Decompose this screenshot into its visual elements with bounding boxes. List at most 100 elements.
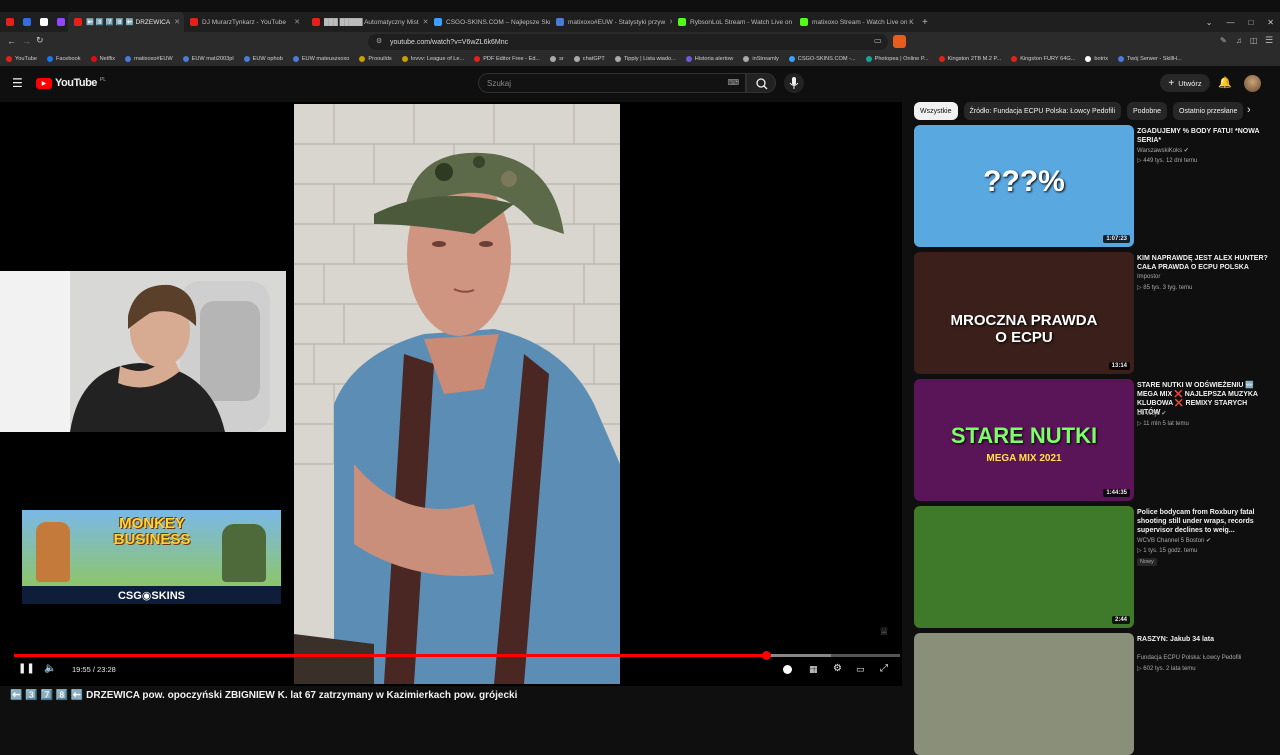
new-tab-button[interactable]: + [916, 12, 934, 32]
browser-tab[interactable] [34, 12, 51, 32]
bookmark-favicon-icon [243, 56, 250, 62]
browser-tab[interactable] [0, 12, 17, 32]
close-tab-icon[interactable]: ✕ [170, 18, 180, 26]
bookmark-item[interactable]: inStreamly [743, 56, 779, 62]
bookmark-item[interactable]: Photopea | Online P... [865, 56, 929, 62]
filter-chip[interactable]: Podobne [1127, 102, 1168, 120]
menu-icon[interactable]: ☰ [1265, 35, 1273, 46]
recommendation-channel[interactable]: DJ Wójo ✔ [1137, 410, 1166, 417]
close-window-icon[interactable]: ✕ [1267, 18, 1274, 27]
recommendation-item[interactable]: STARE NUTKI MEGA MIX 2021 1:44:35 STARE NUT… [914, 379, 1274, 501]
tab-search-icon[interactable]: ⌄ [1206, 18, 1213, 27]
pause-icon[interactable]: ❚❚ [18, 663, 35, 674]
settings-gear-icon[interactable]: ⚙ [833, 663, 842, 674]
recommendation-title[interactable]: RASZYN: Jakub 34 lata [1137, 635, 1269, 644]
bookmark-item[interactable]: sr [550, 56, 564, 62]
keyboard-icon[interactable]: ⌨ [727, 78, 739, 87]
bookmark-item[interactable]: Kingston 2TB M.2 P... [938, 56, 1001, 62]
reload-icon[interactable]: ↻ [36, 35, 44, 46]
create-button[interactable]: + Utwórz [1160, 74, 1210, 92]
filter-chip[interactable]: Ostatnio przesłane [1173, 102, 1244, 120]
recommendation-item[interactable]: ???% 1:07:23 ZGADUJEMY % BODY FATU! *NOWA … [914, 125, 1274, 247]
minimize-icon[interactable]: — [1226, 18, 1234, 27]
bookmark-item[interactable]: EUW mateuszxoxo [292, 56, 349, 62]
video-frame[interactable] [294, 104, 620, 684]
recommendation-thumbnail[interactable] [914, 633, 1134, 755]
browser-tab[interactable]: matixoxo#EUW - Statystyki przyw✕ [550, 12, 672, 32]
hamburger-menu-icon[interactable]: ☰ [12, 76, 23, 90]
restore-icon[interactable]: □ [1248, 18, 1253, 27]
voice-search-button[interactable] [784, 73, 804, 93]
recommendation-title[interactable]: Police bodycam from Roxbury fatal shooti… [1137, 508, 1269, 535]
recommendation-item[interactable]: 2:44 Police bodycam from Roxbury fatal sh… [914, 506, 1274, 628]
bookmark-item[interactable]: EUW ophob [243, 56, 283, 62]
sidebar-icon[interactable]: ◫ [1250, 36, 1258, 45]
bookmark-item[interactable]: CSGO-SKINS.COM -... [788, 56, 856, 62]
bookmark-item[interactable]: EUW mati2003pl [182, 56, 234, 62]
forward-icon[interactable]: → [22, 36, 31, 46]
filter-chip[interactable]: Wszystkie [914, 102, 958, 120]
extensions-icon[interactable]: ✎ [1220, 36, 1227, 45]
bookmark-item[interactable]: Iovvv: League of Le... [401, 56, 464, 62]
volume-icon[interactable]: 🔈 [44, 663, 56, 674]
browser-tab[interactable] [51, 12, 68, 32]
browser-tab[interactable]: RybsonLoL Stream - Watch Live on K✕ [672, 12, 794, 32]
subtitles-icon[interactable]: ▦ [809, 664, 818, 675]
bookmark-item[interactable]: matixoxo#EUW [125, 56, 173, 62]
bookmark-item[interactable]: Facebook [46, 56, 81, 62]
chips-next-arrow-icon[interactable]: › [1247, 104, 1251, 116]
site-info-icon[interactable]: ⚙ [376, 37, 382, 45]
recommendation-thumbnail[interactable]: 2:44 [914, 506, 1134, 628]
progress-scrubber[interactable] [762, 651, 771, 660]
recommendation-meta: ▷ 449 tys. 12 dni temu [1137, 158, 1198, 164]
bookmark-item[interactable]: Tipply | Lista wiado... [614, 56, 676, 62]
recommendation-thumbnail[interactable]: MROCZNA PRAWDA O ECPU 13:14 [914, 252, 1134, 374]
sponsor-banner[interactable]: MONKEY BUSINESS CSG◉SKINS [22, 510, 281, 604]
bookmark-item[interactable]: YouTube [6, 56, 37, 62]
autoplay-toggle-icon[interactable] [783, 665, 792, 674]
recommendation-title[interactable]: KIM NAPRAWDĘ JEST ALEX HUNTER? CAŁA PRAW… [1137, 254, 1269, 272]
back-icon[interactable]: ← [7, 36, 16, 46]
filter-chip[interactable]: Źródło: Fundacja ECPU Polska: Łowcy Pedo… [963, 102, 1122, 120]
theater-mode-icon[interactable]: ▭ [856, 664, 865, 675]
bookmark-favicon-icon [292, 56, 299, 62]
browser-tab[interactable]: CSGO-SKINS.COM – Najlepsze Skrzy✕ [428, 12, 550, 32]
recommendation-channel[interactable]: WarszawskiKoks ✔ [1137, 147, 1189, 154]
media-icon[interactable]: ♫ [1236, 36, 1242, 45]
bookmark-item[interactable]: Proouilds [359, 56, 392, 62]
avatar[interactable] [1244, 75, 1261, 92]
recommendation-title[interactable]: ZGADUJEMY % BODY FATU! *NOWA SERIA* [1137, 127, 1269, 145]
search-input[interactable]: Szukaj ⌨ [478, 73, 746, 93]
bookmark-item[interactable]: Netflix [90, 56, 115, 62]
cast-icon[interactable]: ▭ [874, 36, 882, 45]
fullscreen-icon[interactable]: ⤢ [880, 663, 888, 674]
brave-shield-icon[interactable] [893, 35, 906, 48]
notifications-bell-icon[interactable]: 🔔 [1218, 76, 1232, 89]
bookmark-item[interactable]: botrix [1085, 56, 1108, 62]
recommendation-channel[interactable]: WCVB Channel 5 Boston ✔ [1137, 537, 1211, 544]
recommendation-thumbnail[interactable]: STARE NUTKI MEGA MIX 2021 1:44:35 [914, 379, 1134, 501]
channel-watermark-icon[interactable]: ♕ [879, 625, 889, 638]
address-bar[interactable]: ⚙ youtube.com/watch?v=V6wZL6k6Mnc [368, 34, 888, 50]
recommendation-channel[interactable]: Fundacja ECPU Polska: Łowcy Pedofili [1137, 655, 1241, 661]
youtube-logo[interactable]: ▶ YouTube PL [36, 77, 106, 89]
bookmark-item[interactable]: PDF Editor Free - Ed... [474, 56, 540, 62]
bookmark-item[interactable]: Kingston FURY 64G... [1011, 56, 1075, 62]
browser-tab[interactable]: DJ MurarzTynkarz - YouTube ✕ [184, 12, 306, 32]
bookmark-item[interactable]: chatGPT [573, 56, 605, 62]
search-button[interactable] [746, 73, 776, 93]
close-tab-icon[interactable]: ✕ [665, 18, 672, 26]
recommendation-thumbnail[interactable]: ???% 1:07:23 [914, 125, 1134, 247]
browser-tab[interactable]: matixoxo Stream - Watch Live on K✕ [794, 12, 916, 32]
browser-tab[interactable] [17, 12, 34, 32]
browser-tab[interactable]: ███ █████ Automatyczny Mist ✕ [306, 12, 428, 32]
close-tab-icon[interactable]: ✕ [290, 18, 300, 26]
recommendation-item[interactable]: RASZYN: Jakub 34 lata Fundacja ECPU Polsk… [914, 633, 1274, 755]
browser-tab[interactable]: ⬅️ 3️⃣ 7️⃣ 8️⃣ ⬅️ DRZEWICA ✕ [68, 12, 184, 32]
recommendation-channel[interactable]: Impostor [1137, 274, 1160, 280]
bookmark-item[interactable]: Twój Serwer - SkillH... [1118, 56, 1182, 62]
bookmark-item[interactable]: Historia alertow [685, 56, 733, 62]
close-tab-icon[interactable]: ✕ [419, 18, 428, 26]
recommendation-item[interactable]: MROCZNA PRAWDA O ECPU 13:14 KIM NAPRAWDĘ J… [914, 252, 1274, 374]
progress-bar[interactable] [14, 651, 900, 660]
